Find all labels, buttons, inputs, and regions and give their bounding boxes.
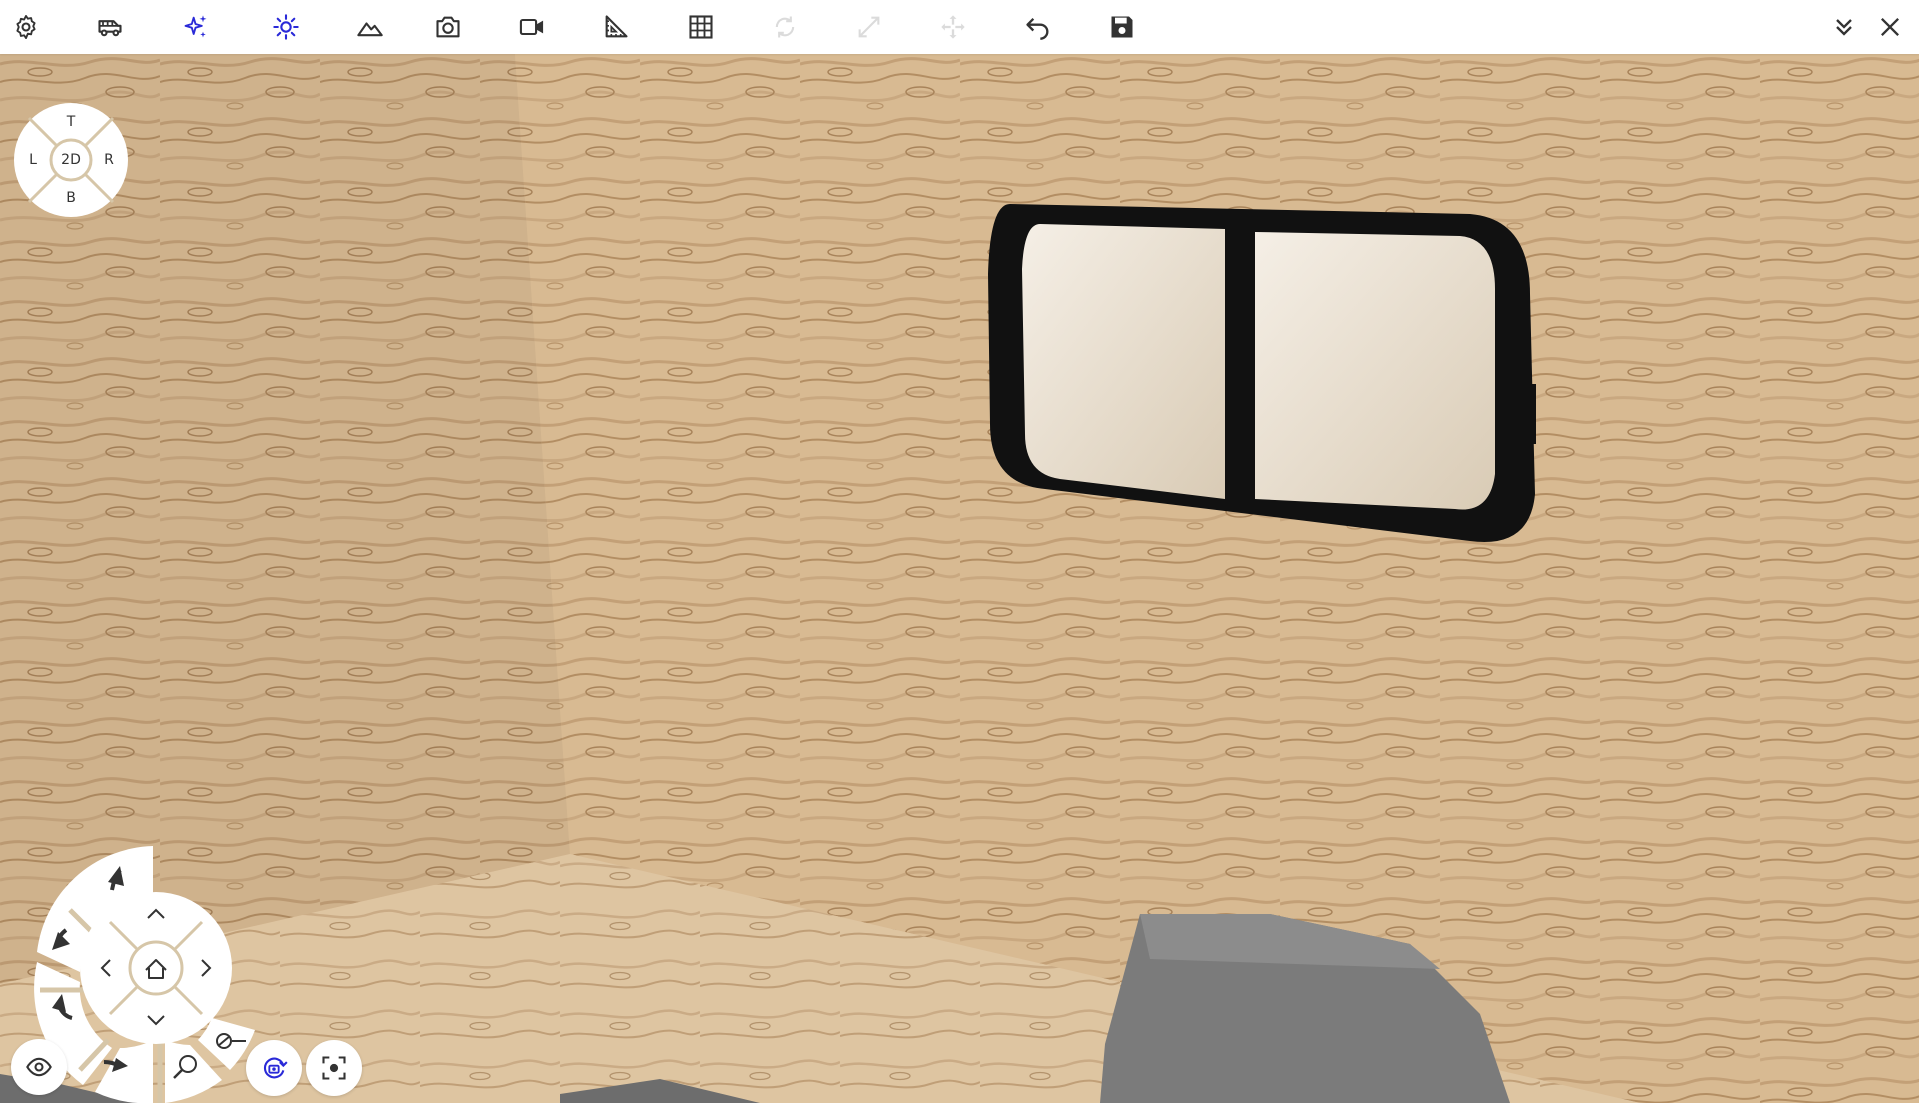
record-video-button[interactable]: [512, 7, 552, 47]
home-view-button[interactable]: [138, 950, 174, 986]
measure-button[interactable]: [596, 7, 636, 47]
orbit-up-button[interactable]: [100, 856, 136, 892]
main-toolbar: [0, 0, 1919, 54]
environment-button[interactable]: [350, 7, 390, 47]
move-button[interactable]: [933, 7, 973, 47]
rotate-button[interactable]: [765, 7, 805, 47]
scale-arrows-icon: [858, 16, 880, 38]
terrain-icon: [357, 22, 383, 37]
collapse-icon: [1836, 19, 1852, 36]
view-2d-button[interactable]: 2D: [61, 153, 81, 167]
save-button[interactable]: [1102, 7, 1142, 47]
view-right-button[interactable]: R: [104, 153, 114, 167]
orbit-camera-icon: [263, 1057, 288, 1079]
pan-down-button[interactable]: [138, 1004, 174, 1040]
pan-left-button[interactable]: [88, 950, 124, 986]
undo-icon: [1026, 18, 1049, 40]
screenshot-button[interactable]: [428, 7, 468, 47]
rotate-icon: [775, 16, 795, 38]
window-model: [988, 204, 1536, 543]
video-camera-icon: [519, 18, 544, 36]
grid-icon: [689, 15, 713, 39]
eye-icon: [26, 1057, 52, 1077]
move-arrows-icon: [941, 15, 965, 39]
settings-button[interactable]: [6, 7, 46, 47]
close-button[interactable]: [1870, 7, 1910, 47]
grid-button[interactable]: [681, 7, 721, 47]
focus-button[interactable]: [306, 1040, 362, 1096]
van-icon: [98, 20, 122, 37]
scene-render: [0, 54, 1919, 1103]
settings-icon: [16, 14, 36, 40]
pan-up-button[interactable]: [138, 896, 174, 932]
focus-frame-icon: [322, 1056, 346, 1080]
visibility-button[interactable]: [11, 1039, 67, 1095]
turn-left-button[interactable]: [42, 990, 78, 1026]
effects-button[interactable]: [176, 7, 216, 47]
vehicle-button[interactable]: [90, 7, 130, 47]
view-left-button[interactable]: L: [29, 153, 37, 167]
view-cube: T B L R 2D: [13, 102, 129, 218]
view-bottom-button[interactable]: B: [66, 191, 76, 205]
clip-plane-button[interactable]: [212, 1023, 248, 1059]
orbit-left-button[interactable]: [40, 922, 76, 958]
orbit-camera-button[interactable]: [246, 1040, 302, 1096]
camera-icon: [436, 16, 460, 38]
view-top-button[interactable]: T: [67, 115, 76, 129]
close-icon: [1881, 18, 1899, 36]
scale-button[interactable]: [849, 7, 889, 47]
sparkle-icon: [184, 15, 207, 38]
zoom-button[interactable]: [168, 1048, 204, 1084]
lighting-button[interactable]: [266, 7, 306, 47]
save-icon: [1111, 16, 1133, 38]
undo-button[interactable]: [1018, 7, 1058, 47]
turn-right-button[interactable]: [100, 1047, 136, 1083]
collapse-toolbar-button[interactable]: [1824, 7, 1864, 47]
ruler-angle-icon: [605, 15, 628, 38]
sun-icon: [273, 14, 299, 40]
pan-right-button[interactable]: [188, 950, 224, 986]
3d-viewport[interactable]: [0, 54, 1919, 1103]
